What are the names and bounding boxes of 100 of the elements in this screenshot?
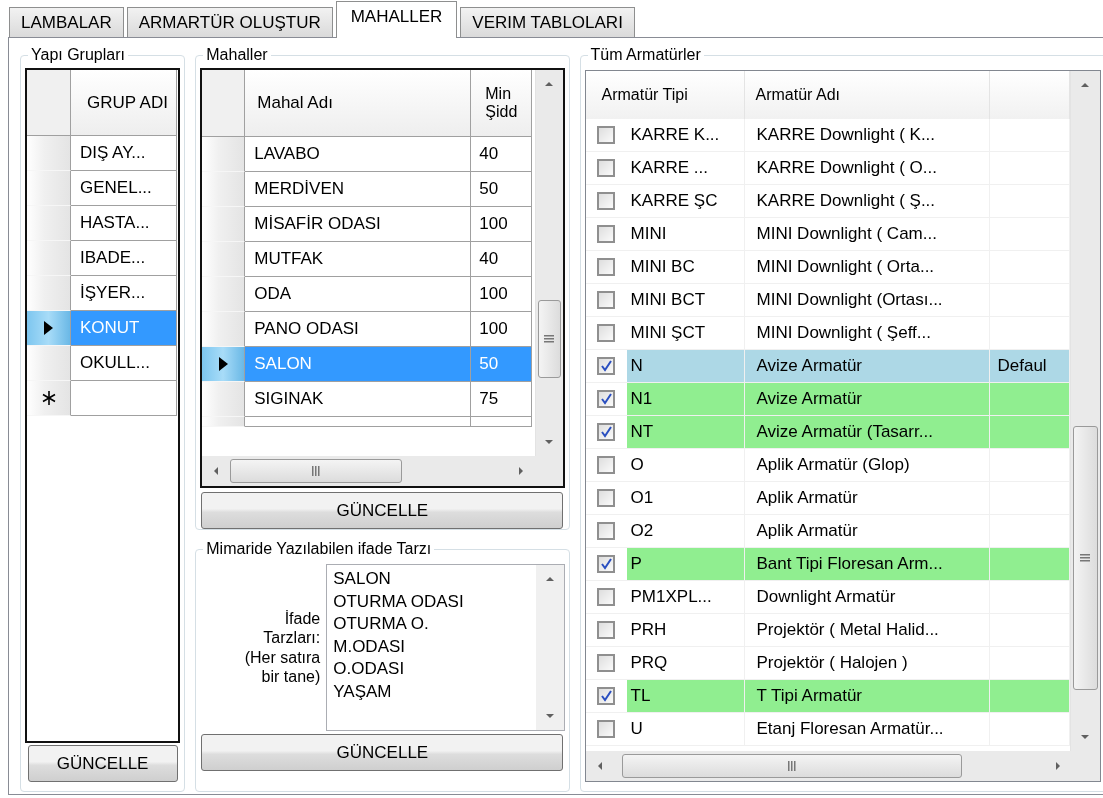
tab[interactable]: LAMBALAR — [9, 7, 124, 37]
checkbox[interactable] — [597, 555, 615, 573]
table-cell[interactable]: DIŞ AY... — [71, 136, 177, 171]
column-header[interactable]: Mahal Adı — [245, 70, 472, 137]
table-cell[interactable]: 40 — [471, 242, 533, 277]
table-cell[interactable]: Avize Armatür — [744, 383, 990, 415]
vertical-scrollbar[interactable] — [534, 70, 563, 456]
table-cell[interactable]: GENEL... — [71, 171, 177, 206]
table-cell[interactable]: N — [626, 350, 745, 382]
scrollbar-thumb[interactable] — [537, 299, 561, 378]
scroll-up-icon — [544, 79, 554, 89]
table-cell[interactable] — [245, 417, 472, 427]
table-cell[interactable]: Avize Armatür — [744, 350, 990, 382]
vertical-scrollbar[interactable] — [535, 565, 564, 730]
group-title: Mimaride Yazılabilen ifade Tarzı — [205, 540, 433, 558]
update-button[interactable]: GÜNCELLE — [201, 492, 564, 529]
scrollbar-thumb[interactable] — [621, 754, 962, 778]
table-cell[interactable]: 100 — [471, 277, 533, 312]
table-cell[interactable]: MUTFAK — [245, 242, 472, 277]
table-cell[interactable]: IBADE... — [71, 241, 177, 276]
table-cell[interactable] — [71, 381, 177, 416]
current-row-icon — [44, 321, 53, 335]
current-row-icon — [218, 357, 228, 371]
table-cell[interactable]: NT — [626, 416, 745, 448]
scrollbar-thumb[interactable] — [230, 459, 403, 483]
checkbox[interactable] — [597, 621, 615, 639]
checkbox[interactable] — [597, 291, 615, 309]
checkbox[interactable] — [597, 654, 615, 672]
field-label: İfade Tarzları: (Her satıra bir tane) — [243, 609, 321, 686]
table-cell[interactable]: 100 — [471, 312, 533, 347]
grip-icon — [787, 761, 796, 771]
table-cell[interactable]: HASTA... — [71, 206, 177, 241]
checkbox[interactable] — [597, 126, 615, 144]
table-cell[interactable]: MERDİVEN — [245, 172, 472, 207]
grip-icon — [312, 466, 321, 476]
update-button[interactable]: GÜNCELLE — [27, 745, 178, 782]
table-cell[interactable]: 50 — [471, 172, 533, 207]
row-header[interactable] — [27, 311, 71, 346]
table-cell[interactable]: N1 — [626, 383, 745, 415]
checkbox[interactable] — [597, 390, 615, 408]
checkbox[interactable] — [597, 192, 615, 210]
grip-icon — [1080, 554, 1090, 563]
checkbox[interactable] — [597, 357, 615, 375]
table-cell[interactable]: MİSAFİR ODASI — [245, 207, 472, 242]
row-header[interactable] — [202, 347, 246, 382]
table-cell[interactable]: SIGINAK — [245, 382, 472, 417]
checkbox[interactable] — [597, 324, 615, 342]
checkbox[interactable] — [597, 489, 615, 507]
checkbox[interactable] — [597, 423, 615, 441]
row-header[interactable] — [27, 381, 71, 416]
checkbox[interactable] — [597, 225, 615, 243]
table-cell[interactable]: PANO ODASI — [245, 312, 472, 347]
checkmark-icon — [600, 558, 612, 570]
table-cell[interactable]: Defaul — [989, 350, 1070, 382]
scroll-down-icon — [544, 437, 554, 447]
table-cell[interactable]: 40 — [471, 137, 533, 172]
scroll-up-icon — [1080, 80, 1090, 90]
table-cell[interactable]: Bant Tipi Floresan Arm... — [744, 548, 990, 580]
checkbox[interactable] — [597, 720, 615, 738]
table-cell[interactable]: LAVABO — [245, 137, 472, 172]
tab[interactable]: MAHALLER — [335, 1, 458, 38]
text-area[interactable]: SALON OTURMA ODASI OTURMA O. M.ODASI O.ODASI YAŞAM — [326, 564, 565, 731]
table-cell[interactable]: 75 — [471, 382, 533, 417]
checkmark-icon — [600, 426, 612, 438]
table-cell[interactable] — [471, 417, 533, 427]
checkmark-icon — [600, 360, 612, 372]
column-header[interactable]: Armatür Adı — [744, 71, 990, 119]
table-cell[interactable]: 100 — [471, 207, 533, 242]
table-cell[interactable]: ODA — [245, 277, 472, 312]
checkbox[interactable] — [597, 159, 615, 177]
table-cell[interactable]: T Tipi Armatür — [744, 680, 990, 712]
table-cell[interactable]: P — [626, 548, 745, 580]
group-title: Mahaller — [205, 46, 269, 64]
asterisk-icon — [41, 391, 56, 405]
scroll-up-icon — [544, 574, 555, 584]
scroll-down-icon — [544, 711, 555, 721]
horizontal-scrollbar[interactable] — [202, 456, 535, 486]
table-cell[interactable]: Avize Armatür (Tasarr... — [744, 416, 990, 448]
vertical-scrollbar[interactable] — [1069, 71, 1100, 751]
update-button[interactable]: GÜNCELLE — [201, 734, 564, 771]
scrollbar-thumb[interactable] — [1072, 426, 1098, 691]
group-title: Tüm Armatürler — [589, 46, 702, 64]
horizontal-scrollbar[interactable] — [585, 751, 1072, 781]
scroll-down-icon — [1080, 732, 1090, 742]
grip-icon — [544, 334, 554, 343]
checkbox[interactable] — [597, 456, 615, 474]
checkbox[interactable] — [597, 522, 615, 540]
checkbox[interactable] — [597, 687, 615, 705]
column-header[interactable]: Min Şidd — [471, 70, 533, 137]
table-cell[interactable]: OKULL... — [71, 346, 177, 381]
tab[interactable]: ARMARTÜR OLUŞTUR — [126, 7, 333, 37]
column-header[interactable]: Armatür Tipi — [585, 71, 745, 119]
table-cell[interactable]: TL — [626, 680, 745, 712]
table-cell[interactable]: İŞYER... — [71, 276, 177, 311]
checkbox[interactable] — [597, 258, 615, 276]
checkmark-icon — [600, 690, 612, 702]
column-header[interactable]: GRUP ADI — [71, 70, 177, 136]
tab[interactable]: VERIM TABLOLARI — [460, 7, 635, 37]
checkbox[interactable] — [597, 588, 615, 606]
checkmark-icon — [600, 393, 612, 405]
